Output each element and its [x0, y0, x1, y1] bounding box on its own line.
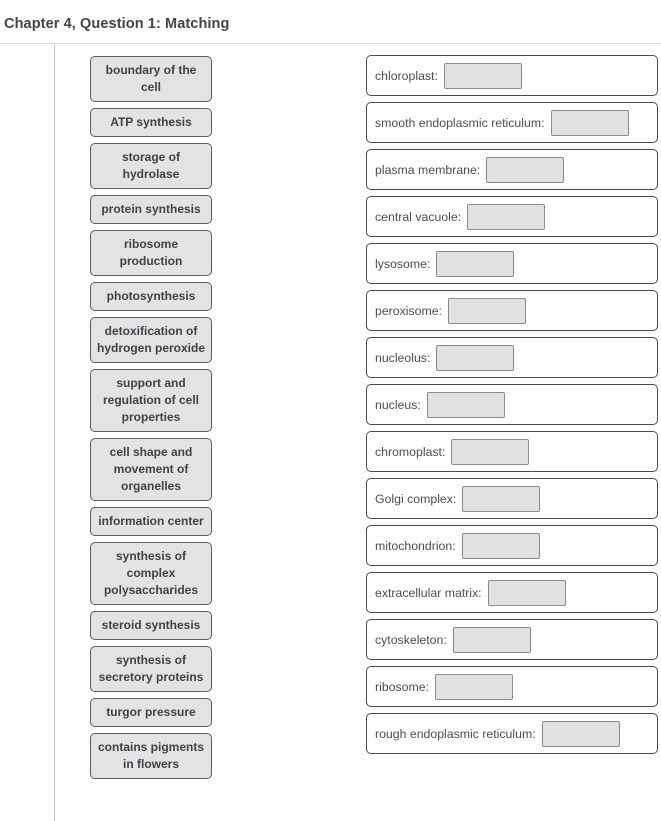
- answer-row[interactable]: rough endoplasmic reticulum:: [366, 713, 658, 754]
- answer-row[interactable]: ribosome:: [366, 666, 658, 707]
- answer-label: rough endoplasmic reticulum:: [375, 726, 536, 741]
- drop-zone[interactable]: [443, 62, 522, 89]
- drop-zone[interactable]: [447, 297, 526, 324]
- answer-label: nucleolus:: [375, 350, 431, 365]
- drop-zone[interactable]: [487, 579, 566, 606]
- answer-label: Golgi complex:: [375, 491, 457, 506]
- term-tile[interactable]: information center: [90, 507, 212, 536]
- answer-row[interactable]: Golgi complex:: [366, 478, 658, 519]
- answer-label: cytoskeleton:: [375, 632, 447, 647]
- answer-row[interactable]: central vacuole:: [366, 196, 658, 237]
- terms-column: boundary of the cell ATP synthesis storage…: [90, 56, 212, 785]
- answer-label: chloroplast:: [375, 68, 438, 83]
- drop-zone[interactable]: [426, 391, 505, 418]
- answer-label: central vacuole:: [375, 209, 462, 224]
- answer-row[interactable]: plasma membrane:: [366, 149, 658, 190]
- term-tile[interactable]: photosynthesis: [90, 282, 212, 311]
- answer-label: peroxisome:: [375, 303, 442, 318]
- drop-zone[interactable]: [435, 673, 513, 700]
- drop-zone[interactable]: [461, 532, 540, 559]
- drop-zone[interactable]: [486, 156, 565, 183]
- answer-label: ribosome:: [375, 679, 429, 694]
- answer-row[interactable]: nucleus:: [366, 384, 658, 425]
- term-tile[interactable]: contains pigments in flowers: [90, 733, 212, 779]
- answer-row[interactable]: chromoplast:: [366, 431, 658, 472]
- header-divider: [0, 43, 661, 44]
- answer-label: extracellular matrix:: [375, 585, 482, 600]
- term-tile[interactable]: turgor pressure: [90, 698, 212, 727]
- answer-label: plasma membrane:: [375, 162, 481, 177]
- page-title: Chapter 4, Question 1: Matching: [4, 15, 230, 32]
- term-tile[interactable]: protein synthesis: [90, 195, 212, 224]
- drop-zone[interactable]: [452, 626, 531, 653]
- drop-zone[interactable]: [462, 485, 541, 512]
- answer-row[interactable]: extracellular matrix:: [366, 572, 658, 613]
- drop-zone[interactable]: [550, 109, 629, 136]
- term-tile[interactable]: detoxification of hydrogen peroxide: [90, 317, 212, 363]
- drop-zone[interactable]: [436, 250, 515, 277]
- column-divider: [54, 43, 55, 821]
- answer-row[interactable]: nucleolus:: [366, 337, 658, 378]
- term-tile[interactable]: cell shape and movement of organelles: [90, 438, 212, 501]
- answer-label: lysosome:: [375, 256, 431, 271]
- term-tile[interactable]: ATP synthesis: [90, 108, 212, 137]
- drop-zone[interactable]: [541, 720, 620, 747]
- answer-row[interactable]: peroxisome:: [366, 290, 658, 331]
- term-tile[interactable]: storage of hydrolase: [90, 143, 212, 189]
- term-tile[interactable]: steroid synthesis: [90, 611, 212, 640]
- term-tile[interactable]: boundary of the cell: [90, 56, 212, 102]
- answer-label: mitochondrion:: [375, 538, 456, 553]
- term-tile[interactable]: support and regulation of cell propertie…: [90, 369, 212, 432]
- answers-column: chloroplast: smooth endoplasmic reticulum…: [366, 55, 658, 760]
- answer-label: smooth endoplasmic reticulum:: [375, 115, 545, 130]
- answer-label: nucleus:: [375, 397, 421, 412]
- term-tile[interactable]: synthesis of secretory proteins: [90, 646, 212, 692]
- answer-row[interactable]: lysosome:: [366, 243, 658, 284]
- answer-label: chromoplast:: [375, 444, 446, 459]
- answer-row[interactable]: chloroplast:: [366, 55, 658, 96]
- answer-row[interactable]: smooth endoplasmic reticulum:: [366, 102, 658, 143]
- drop-zone[interactable]: [436, 344, 515, 371]
- term-tile[interactable]: synthesis of complex polysaccharides: [90, 542, 212, 605]
- drop-zone[interactable]: [451, 438, 530, 465]
- drop-zone[interactable]: [467, 203, 546, 230]
- answer-row[interactable]: cytoskeleton:: [366, 619, 658, 660]
- term-tile[interactable]: ribosome production: [90, 230, 212, 276]
- answer-row[interactable]: mitochondrion:: [366, 525, 658, 566]
